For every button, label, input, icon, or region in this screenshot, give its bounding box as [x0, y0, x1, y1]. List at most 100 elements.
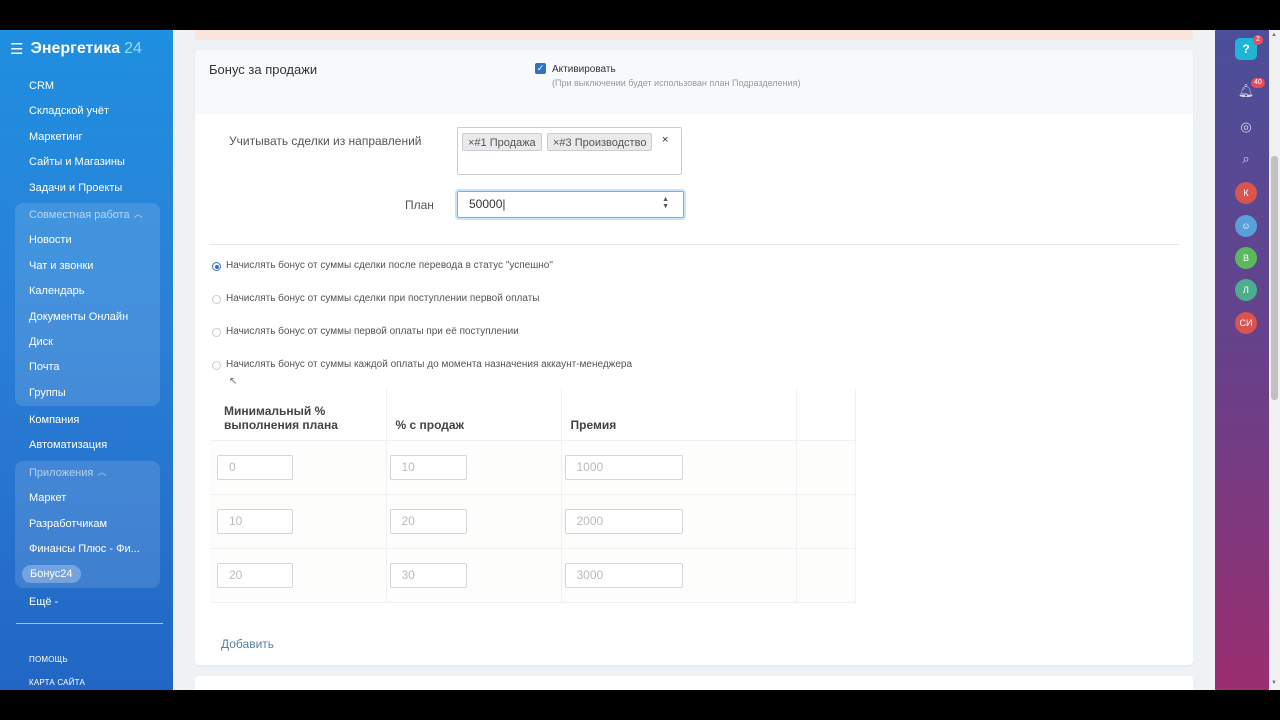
avatar[interactable]: В — [1235, 247, 1257, 269]
sidebar-item[interactable]: Компания — [0, 408, 173, 433]
notifications-badge: 40 — [1251, 78, 1265, 88]
active-item-label: Бонус24 — [22, 565, 81, 584]
sidebar-nav: CRM Складской учёт Маркетинг Сайты и Маг… — [0, 74, 173, 615]
min-percent-input[interactable] — [217, 562, 293, 588]
clear-tags-icon[interactable]: × — [662, 134, 668, 146]
sidebar-group-apps: Приложения ︿ Маркет Разработчикам Финансы… — [15, 460, 160, 588]
plan-value: 50000 — [469, 197, 503, 211]
sidebar-item-active[interactable]: Бонус24 — [15, 562, 160, 587]
column-header-empty — [796, 388, 856, 440]
bonus-amount-input[interactable] — [564, 562, 683, 588]
table-cell — [796, 494, 856, 548]
sidebar-group-title[interactable]: Совместная работа ︿ — [15, 203, 160, 228]
table-cell — [796, 548, 856, 602]
plan-label: План — [405, 198, 434, 212]
next-card-edge — [195, 676, 1193, 690]
table-cell — [561, 440, 797, 494]
chevron-up-icon: ︿ — [133, 208, 143, 219]
scrollbar-thumb[interactable] — [1271, 156, 1278, 400]
column-header: Премия — [561, 388, 797, 440]
plan-input[interactable]: 50000| ▲ ▼ — [457, 191, 684, 218]
table-cell — [210, 440, 387, 494]
radio-label: Начислять бонус от суммы первой оплаты п… — [226, 326, 519, 337]
previous-card-edge — [195, 30, 1193, 40]
sidebar-item[interactable]: Сайты и Магазины — [0, 150, 173, 175]
table-cell — [210, 494, 387, 548]
activate-label: Активировать — [552, 64, 616, 75]
direction-tag[interactable]: ×#3 Производство — [547, 133, 653, 151]
sales-percent-input[interactable] — [389, 508, 467, 534]
table-cell — [210, 548, 387, 602]
main-content: Бонус за продажи ✓ Активировать (При вык… — [173, 30, 1215, 690]
portal-title: Энергетика 24 — [30, 40, 142, 57]
menu-burger-icon[interactable]: ☰ — [10, 42, 23, 57]
min-percent-input[interactable] — [217, 508, 293, 534]
sidebar-item[interactable]: Финансы Плюс - Фи... — [15, 537, 160, 562]
column-header: % с продаж — [386, 388, 562, 440]
sidebar-item[interactable]: Маркет — [15, 486, 160, 511]
bonus-amount-input[interactable] — [564, 508, 683, 534]
number-spinner-icon[interactable]: ▲ ▼ — [662, 196, 669, 210]
radio-button[interactable] — [212, 328, 221, 337]
card-header: Бонус за продажи ✓ Активировать (При вык… — [195, 50, 1193, 114]
min-percent-input[interactable] — [217, 454, 293, 480]
help-link[interactable]: ПОМОЩЬ — [29, 655, 68, 664]
sidebar-item[interactable]: Новости — [15, 228, 160, 253]
sidebar-group-collab: Совместная работа ︿ Новости Чат и звонки … — [15, 202, 160, 407]
page-scrollbar[interactable]: ▲ ▼ — [1269, 30, 1280, 690]
sidebar-item[interactable]: Календарь — [15, 279, 160, 304]
table-cell — [561, 494, 797, 548]
sidebar-divider — [16, 623, 163, 624]
sidebar-item[interactable]: Маркетинг — [0, 125, 173, 150]
mouse-cursor-icon: ↖ — [229, 376, 238, 387]
sidebar-item[interactable]: Чат и звонки — [15, 254, 160, 279]
table-cell — [386, 440, 562, 494]
table-header-row: Минимальный % выполнения плана % с прода… — [210, 388, 856, 440]
sidebar-more[interactable]: Ещё - — [0, 590, 173, 615]
left-sidebar: ☰ Энергетика 24 CRM Складской учёт Маркет… — [0, 30, 173, 690]
sidebar-group-title[interactable]: Приложения ︿ — [15, 461, 160, 486]
bonus-amount-input[interactable] — [564, 454, 683, 480]
scroll-up-icon[interactable]: ▲ — [1271, 32, 1277, 38]
sales-percent-input[interactable] — [389, 562, 467, 588]
directions-label: Учитывать сделки из направлений — [229, 134, 422, 148]
add-row-link[interactable]: Добавить — [221, 637, 274, 651]
sidebar-item[interactable]: Документы Онлайн — [15, 305, 160, 330]
sidebar-item[interactable]: Задачи и Проекты — [0, 176, 173, 201]
right-panel: ? 2 🔔︎ 40 ◎ ⌕ К ☺ В Л СИ — [1215, 30, 1269, 690]
sidebar-item[interactable]: Группы — [15, 381, 160, 406]
bonus-table: Минимальный % выполнения плана % с прода… — [210, 388, 856, 603]
directions-multiselect[interactable]: ×#1 Продажа ×#3 Производство × — [457, 127, 682, 175]
sidebar-item[interactable]: Разработчикам — [15, 512, 160, 537]
section-divider — [209, 244, 1179, 245]
sidebar-item[interactable]: Складской учёт — [0, 99, 173, 124]
avatar[interactable]: К — [1235, 182, 1257, 204]
sidebar-item[interactable]: Автоматизация — [0, 433, 173, 458]
direction-tag[interactable]: ×#1 Продажа — [462, 133, 542, 151]
radio-button[interactable] — [212, 361, 221, 370]
radio-button[interactable] — [212, 295, 221, 304]
chat-icon[interactable]: ◎ — [1235, 116, 1257, 138]
avatar[interactable]: Л — [1235, 279, 1257, 301]
activate-hint: (При выключении будет использован план П… — [552, 78, 801, 88]
chevron-up-icon: ︿ — [97, 466, 107, 477]
group-chat-icon[interactable]: ☺ — [1235, 215, 1257, 237]
sidebar-item[interactable]: Почта — [15, 355, 160, 380]
avatar[interactable]: СИ — [1235, 312, 1257, 334]
sales-percent-input[interactable] — [389, 454, 467, 480]
table-row — [210, 440, 856, 494]
sidebar-item[interactable]: CRM — [0, 74, 173, 99]
sidebar-item[interactable]: Диск — [15, 330, 160, 355]
sitemap-link[interactable]: КАРТА САЙТА — [29, 678, 85, 687]
activate-checkbox[interactable]: ✓ — [535, 63, 546, 74]
card-title: Бонус за продажи — [209, 62, 318, 77]
scroll-down-icon[interactable]: ▼ — [1271, 680, 1277, 686]
radio-button[interactable] — [212, 262, 221, 271]
bitrix-window: ☰ Энергетика 24 CRM Складской учёт Маркет… — [0, 30, 1280, 690]
table-cell — [561, 548, 797, 602]
search-icon[interactable]: ⌕ — [1235, 148, 1257, 170]
table-cell — [386, 494, 562, 548]
radio-label: Начислять бонус от суммы сделки при пост… — [226, 293, 540, 304]
portal-logo[interactable]: ☰ Энергетика 24 — [10, 40, 142, 58]
sales-bonus-card: Бонус за продажи ✓ Активировать (При вык… — [195, 50, 1193, 665]
